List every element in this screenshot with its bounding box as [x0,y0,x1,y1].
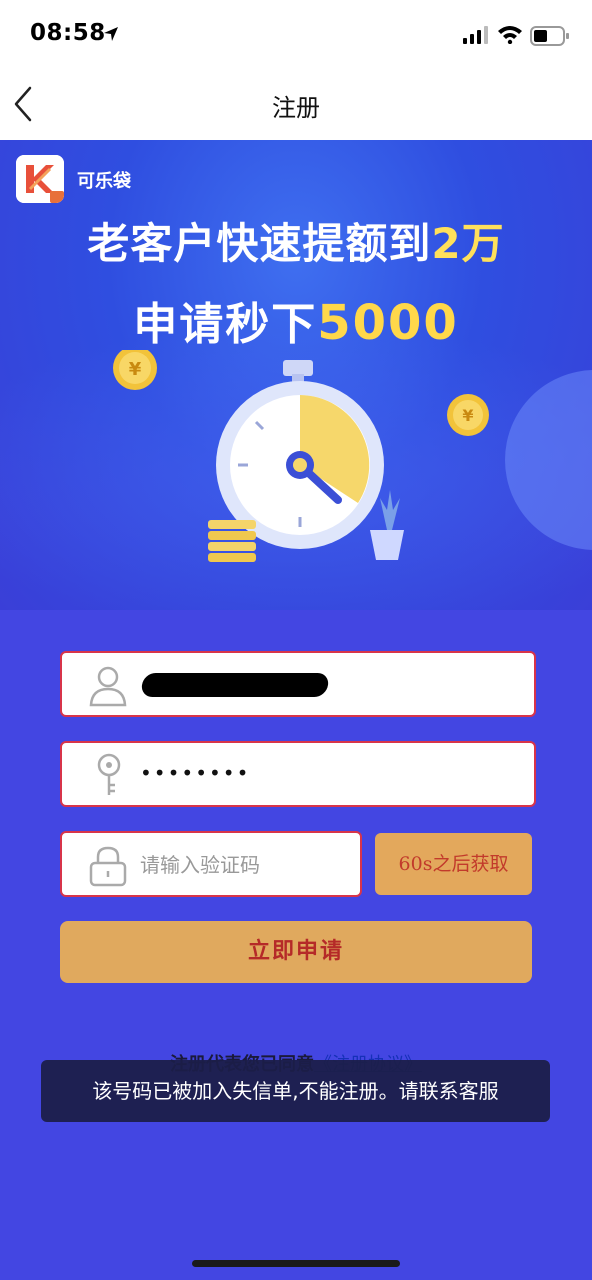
headline-prefix: 老客户快速提额到 [87,219,432,268]
subline: 申请秒下5000 [0,288,592,352]
verify-code-field[interactable] [60,831,362,897]
app-logo-icon [16,155,64,203]
status-bar: 08:58 [0,0,592,70]
subline-highlight: 5000 [317,295,459,351]
password-value: •••••••• [140,761,251,785]
get-code-button[interactable]: 60s之后获取 [375,833,532,895]
verify-code-input[interactable] [140,847,350,883]
status-time: 08:58 [30,20,106,46]
promo-banner: 可乐袋 老客户快速提额到2万 申请秒下5000 ¥ ¥ [0,140,592,610]
page-title: 注册 [272,94,320,122]
lock-icon [89,846,127,887]
key-icon [97,753,121,795]
location-arrow-icon [104,27,118,41]
stopwatch-illustration: ¥ ¥ [113,350,489,562]
headline-highlight: 2万 [431,219,505,268]
home-indicator[interactable] [192,1260,400,1267]
signal-icon [463,26,488,44]
error-toast: 该号码已被加入失信单,不能注册。请联系客服 [41,1060,550,1122]
coin-icon: ¥ [447,394,489,436]
subline-prefix: 申请秒下 [133,299,318,350]
nav-bar: 注册 [0,70,592,140]
wifi-icon [498,26,522,44]
coin-symbol: ¥ [462,406,473,425]
user-icon [89,666,127,707]
coin-symbol: ¥ [129,359,142,380]
apply-now-button[interactable]: 立即申请 [60,921,532,983]
coin-icon: ¥ [113,350,157,390]
battery-icon [530,26,569,46]
headline: 老客户快速提额到2万 [0,210,592,271]
app-name: 可乐袋 [77,171,131,192]
phone-field[interactable] [60,651,536,717]
redacted-phone-number [140,673,330,697]
password-field[interactable]: •••••••• [60,741,536,807]
register-form: •••••••• 60s之后获取 立即申请 注册代表您已同意《注册协议》 [0,610,592,1280]
